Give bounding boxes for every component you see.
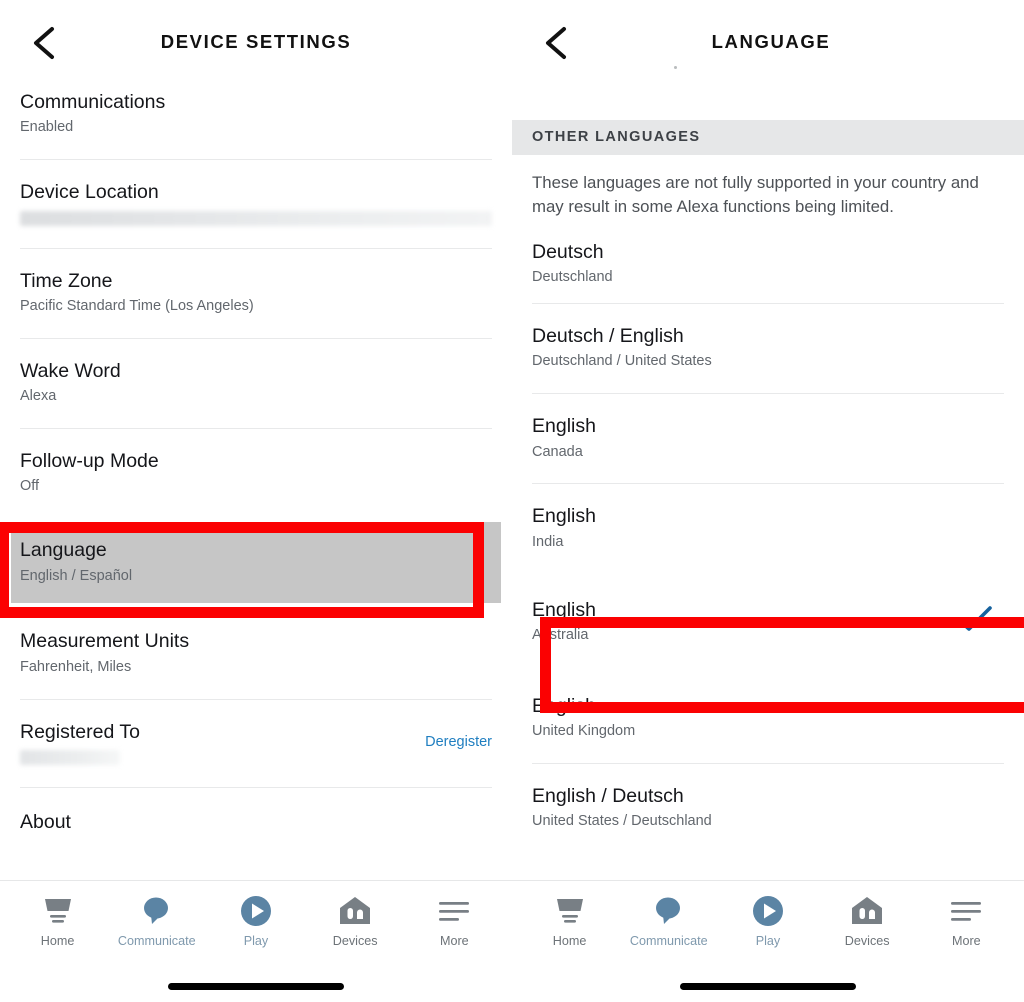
row-title: English / Deutsch (532, 785, 684, 807)
home-icon (41, 893, 75, 929)
tab-communicate[interactable]: Communicate (623, 893, 715, 948)
setting-row-registered-to[interactable]: Registered To Deregister (0, 699, 512, 788)
row-title: Device Location (20, 181, 159, 204)
row-subtitle: India (532, 533, 564, 550)
device-settings-screen: DEVICE SETTINGS Communications Enabled D… (0, 0, 512, 1002)
language-row-english-uk[interactable]: English United Kingdom (512, 669, 1024, 763)
setting-row-wake-word[interactable]: Wake Word Alexa (0, 338, 512, 429)
deregister-link[interactable]: Deregister (415, 734, 492, 750)
row-title: English (532, 505, 596, 528)
setting-row-device-location[interactable]: Device Location (0, 160, 512, 248)
bottom-tab-bar: Home Communicate Play Devices More (512, 880, 1024, 1002)
tab-label: Devices (844, 934, 890, 948)
row-title: English (532, 694, 596, 717)
tab-more[interactable]: More (408, 893, 500, 948)
row-title: Wake Word (20, 359, 121, 382)
tab-label: Play (243, 934, 269, 948)
left-nav-header: DEVICE SETTINGS (0, 0, 512, 84)
row-title: Measurement Units (20, 630, 190, 653)
row-title: Language (20, 539, 107, 562)
row-title: English (532, 415, 596, 438)
tab-home[interactable]: Home (12, 893, 104, 948)
row-title: Deutsch (532, 240, 604, 263)
setting-row-measurement-units[interactable]: Measurement Units Fahrenheit, Miles (0, 603, 512, 699)
language-row-deutsch-english[interactable]: Deutsch / English Deutschland / United S… (512, 303, 1024, 394)
language-row-english-australia[interactable]: English Australia (512, 573, 1024, 670)
language-row-english-deutsch[interactable]: English / Deutsch United States / Deutsc… (512, 764, 1024, 854)
tab-label: Home (552, 934, 587, 948)
row-subtitle: United States / Deutschland (532, 813, 712, 830)
tab-label: Devices (332, 934, 378, 948)
setting-row-time-zone[interactable]: Time Zone Pacific Standard Time (Los Ang… (0, 248, 512, 338)
tab-home[interactable]: Home (524, 893, 616, 948)
tab-devices[interactable]: Devices (309, 893, 401, 948)
section-header-other-languages: OTHER LANGUAGES (512, 120, 1024, 155)
language-row-deutsch[interactable]: Deutsch Deutschland (512, 226, 1024, 303)
home-indicator (168, 983, 344, 990)
tab-label: Communicate (629, 934, 708, 948)
row-title: Registered To (20, 720, 140, 743)
row-subtitle: Fahrenheit, Miles (20, 658, 132, 675)
language-row-english-india[interactable]: English India (512, 484, 1024, 574)
language-row-english-canada[interactable]: English Canada (512, 394, 1024, 484)
tab-play[interactable]: Play (210, 893, 302, 948)
row-subtitle: Deutschland (532, 269, 613, 286)
row-subtitle: Off (20, 478, 40, 495)
tab-label: More (439, 934, 469, 948)
devices-house-icon (339, 893, 371, 929)
page-title: DEVICE SETTINGS (160, 31, 352, 52)
speech-bubble-icon (653, 893, 685, 929)
right-nav-header: LANGUAGE (512, 0, 1024, 84)
setting-row-about[interactable]: About (0, 788, 512, 857)
row-subtitle: United Kingdom (532, 723, 636, 740)
row-title: Communications (20, 91, 166, 113)
row-subtitle: Alexa (20, 388, 57, 405)
row-subtitle: Australia (532, 626, 589, 643)
language-screen: LANGUAGE OTHER LANGUAGES These languages… (512, 0, 1024, 1002)
devices-house-icon (851, 893, 883, 929)
row-subtitle: Pacific Standard Time (Los Angeles) (20, 297, 254, 314)
back-button[interactable] (24, 22, 64, 64)
device-settings-list: Communications Enabled Device Location T… (0, 84, 512, 857)
tab-label: Play (755, 934, 781, 948)
hamburger-menu-icon (437, 893, 471, 929)
row-title: Deutsch / English (532, 324, 684, 347)
tab-more[interactable]: More (920, 893, 1012, 948)
row-subtitle: Deutschland / United States (532, 353, 712, 370)
tab-communicate[interactable]: Communicate (111, 893, 203, 948)
row-title: Time Zone (20, 269, 113, 292)
page-title: LANGUAGE (711, 31, 831, 52)
play-circle-icon (752, 893, 784, 929)
tab-label: Home (40, 934, 75, 948)
redacted-value (20, 210, 492, 226)
bottom-tab-bar: Home Communicate Play Devices More (0, 880, 512, 1002)
dual-screenshot-container: DEVICE SETTINGS Communications Enabled D… (0, 0, 1024, 1002)
section-note: These languages are not fully supported … (532, 173, 979, 216)
scroll-artifact-dot (674, 66, 677, 69)
setting-row-follow-up-mode[interactable]: Follow-up Mode Off (0, 429, 512, 523)
setting-row-communications[interactable]: Communications Enabled (0, 84, 512, 160)
tab-label: More (951, 934, 981, 948)
tab-label: Communicate (117, 934, 196, 948)
hamburger-menu-icon (949, 893, 983, 929)
chevron-left-icon (543, 26, 569, 60)
speech-bubble-icon (141, 893, 173, 929)
back-button[interactable] (536, 22, 576, 64)
redacted-value (20, 750, 120, 766)
checkmark-icon (954, 604, 1004, 639)
row-title: Follow-up Mode (20, 450, 159, 473)
play-circle-icon (240, 893, 272, 929)
setting-row-language[interactable]: Language English / Español (11, 522, 501, 604)
tab-play[interactable]: Play (722, 893, 814, 948)
chevron-left-icon (31, 26, 57, 60)
row-subtitle: Enabled (20, 119, 74, 136)
home-indicator (680, 983, 856, 990)
row-title: English (532, 598, 596, 621)
row-subtitle: English / Español (20, 567, 133, 584)
language-list: Deutsch Deutschland Deutsch / English De… (512, 226, 1024, 854)
tab-devices[interactable]: Devices (821, 893, 913, 948)
row-title: About (20, 811, 71, 834)
home-icon (553, 893, 587, 929)
row-subtitle: Canada (532, 443, 583, 460)
